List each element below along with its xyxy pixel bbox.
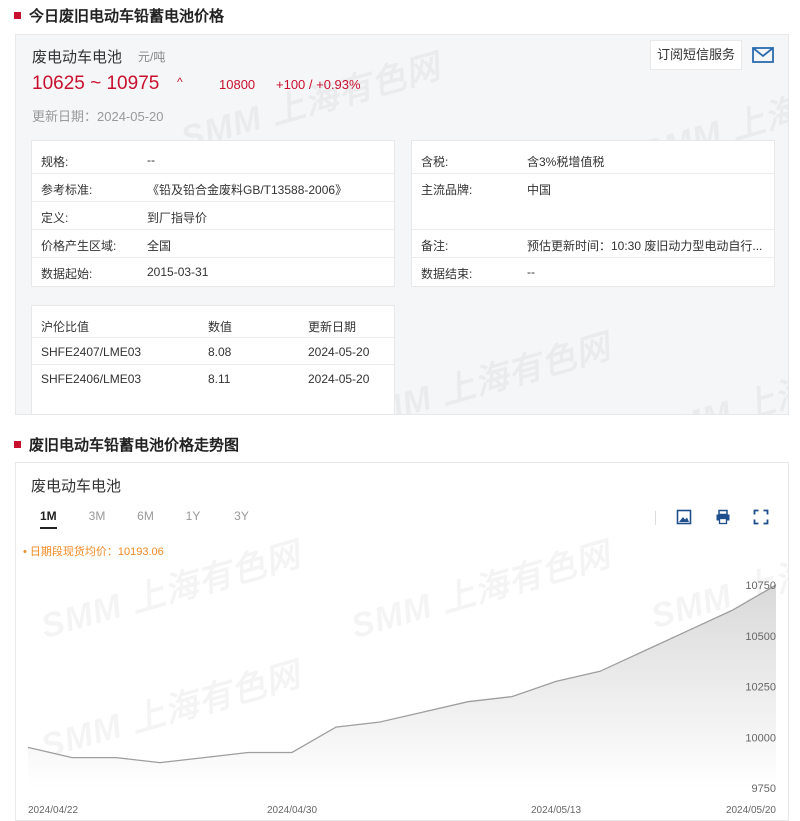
- y-tick-label: 9750: [752, 783, 776, 795]
- spec-key: 备注:: [421, 239, 449, 253]
- spec-key: 含税:: [421, 155, 449, 169]
- ratio-cell: SHFE2407/LME03: [41, 345, 142, 359]
- data-point[interactable]: [730, 608, 734, 612]
- spec-row: 定义: 到厂指导价: [32, 202, 394, 230]
- spec-row: 价格产生区域: 全国: [32, 230, 394, 258]
- data-point[interactable]: [246, 750, 250, 754]
- spec-key: 参考标准:: [41, 183, 93, 197]
- y-tick-label: 10750: [745, 580, 776, 592]
- data-point[interactable]: [290, 750, 294, 754]
- data-point[interactable]: [466, 700, 470, 704]
- spec-key: 数据起始:: [41, 267, 93, 281]
- ratio-table: 沪伦比值 数值 更新日期 SHFE2407/LME03 8.08 2024-05…: [31, 305, 395, 414]
- spec-key: 规格:: [41, 155, 69, 169]
- ratio-header-row: 沪伦比值 数值 更新日期: [32, 311, 394, 338]
- x-tick-label: 2024/05/13: [531, 805, 581, 816]
- spec-value: 预估更新时间：10:30 废旧动力型电动自行...: [527, 239, 763, 253]
- spec-value: 中国: [527, 183, 552, 197]
- price-change: +100 / +0.93%: [276, 77, 361, 92]
- section-title-text: 今日废旧电动车铅蓄电池价格: [29, 8, 225, 25]
- spec-row: 规格: --: [32, 146, 394, 174]
- ratio-header: 更新日期: [308, 320, 357, 334]
- data-point[interactable]: [202, 756, 206, 760]
- x-tick-label: 2024/04/22: [28, 805, 78, 816]
- mail-icon[interactable]: [752, 46, 774, 64]
- data-point[interactable]: [158, 761, 162, 765]
- spec-row: 数据起始: 2015-03-31: [32, 258, 394, 286]
- spec-value: --: [147, 153, 155, 167]
- spec-row: 主流品牌: 中国: [412, 174, 774, 202]
- ratio-cell: 2024-05-20: [308, 372, 370, 386]
- spec-table-right: 含税: 含3%税增值税 主流品牌: 中国 备注: 预估更新时间：10:30 废旧动力型…: [411, 140, 775, 287]
- price-panel: SMM 上海有色网 SMM 上海有色网 SMM 上海有色网 SMM 上海有色网 …: [15, 34, 789, 415]
- watermark: SMM 上海有色网: [644, 334, 788, 414]
- spec-value: 全国: [147, 239, 172, 253]
- ratio-header: 沪伦比值: [41, 320, 90, 334]
- data-point[interactable]: [686, 629, 690, 633]
- spec-value: 2015-03-31: [147, 265, 209, 279]
- data-point[interactable]: [26, 745, 30, 749]
- y-tick-label: 10000: [745, 732, 776, 744]
- section-marker: [14, 441, 21, 448]
- ratio-cell: SHFE2406/LME03: [41, 372, 142, 386]
- data-point[interactable]: [378, 720, 382, 724]
- price-range: 10625 ~ 10975: [32, 73, 160, 94]
- spec-value: --: [527, 265, 535, 279]
- ratio-cell: 8.08: [208, 345, 232, 359]
- average-price: 10800: [219, 77, 256, 92]
- spec-row: 参考标准: 《铅及铅合金废料GB/T13588-2006》: [32, 174, 394, 202]
- data-point[interactable]: [70, 756, 74, 760]
- x-tick-label: 2024/04/30: [267, 805, 317, 816]
- spec-key: 数据结束:: [421, 267, 473, 281]
- spec-key: 主流品牌:: [421, 183, 473, 197]
- chart-panel: SMM 上海有色网 SMM 上海有色网 SMM 上海有色网 SMM 上海有色网 …: [15, 462, 789, 821]
- ratio-header: 数值: [208, 320, 233, 334]
- spec-row: 备注: 预估更新时间：10:30 废旧动力型电动自行...: [412, 230, 774, 258]
- spec-table-left: 规格: -- 参考标准: 《铅及铅合金废料GB/T13588-2006》 定义: 到厂…: [31, 140, 395, 287]
- spec-row: 数据结束: --: [412, 258, 774, 286]
- ratio-row: SHFE2406/LME03 8.11 2024-05-20: [32, 365, 394, 392]
- product-name: 废电动车电池: [32, 49, 123, 66]
- spec-value: 含3%税增值税: [527, 155, 605, 169]
- ratio-row: SHFE2407/LME03 8.08 2024-05-20: [32, 338, 394, 365]
- y-tick-label: 10250: [745, 682, 776, 694]
- data-point[interactable]: [422, 710, 426, 714]
- spec-value: 到厂指导价: [147, 211, 208, 225]
- y-tick-label: 10500: [745, 631, 776, 643]
- data-point[interactable]: [510, 695, 514, 699]
- spec-row: 含税: 含3%税增值税: [412, 146, 774, 174]
- section-title-text: 废旧电动车铅蓄电池价格走势图: [29, 437, 240, 454]
- update-label: 更新日期：: [32, 109, 98, 124]
- up-arrow-icon: ^: [177, 75, 183, 89]
- ratio-cell: 2024-05-20: [308, 345, 370, 359]
- section-marker: [14, 12, 21, 19]
- data-point[interactable]: [114, 756, 118, 760]
- ratio-cell: 8.11: [208, 372, 231, 386]
- spec-key: 定义:: [41, 211, 69, 225]
- data-point[interactable]: [598, 669, 602, 673]
- data-point[interactable]: [334, 725, 338, 729]
- data-point[interactable]: [554, 679, 558, 683]
- spec-value: 《铅及铅合金废料GB/T13588-2006》: [147, 183, 348, 197]
- price-unit: 元/吨: [138, 50, 166, 64]
- section-title-price: 今日废旧电动车铅蓄电池价格: [14, 5, 224, 26]
- update-date: 2024-05-20: [97, 109, 164, 124]
- update-date-line: 更新日期：2024-05-20: [32, 106, 164, 125]
- spec-key: 价格产生区域:: [41, 239, 117, 253]
- area-fill: [28, 585, 776, 788]
- spec-row: [412, 202, 774, 230]
- price-trend-chart: 9750 10000 10250 10500 10750 2024/04/22 2024/0…: [26, 580, 776, 816]
- subscribe-sms-button[interactable]: 订阅短信服务: [650, 40, 742, 70]
- section-title-chart: 废旧电动车铅蓄电池价格走势图: [14, 434, 239, 455]
- data-point[interactable]: [642, 649, 646, 653]
- x-tick-label: 2024/05/20: [726, 805, 776, 816]
